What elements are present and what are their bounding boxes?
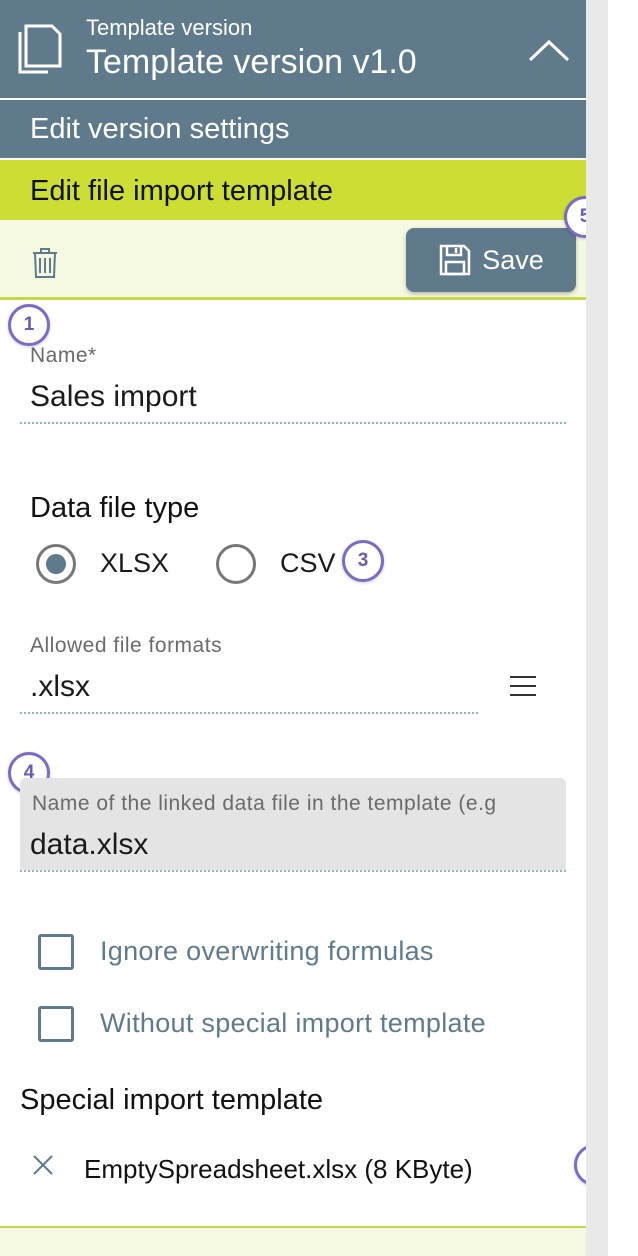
radio-xlsx-label[interactable]: XLSX bbox=[100, 548, 169, 579]
header-title: Template version v1.0 bbox=[86, 43, 417, 81]
linked-data-file-label: Name of the linked data file in the temp… bbox=[32, 792, 497, 815]
radio-csv-label[interactable]: CSV bbox=[280, 548, 336, 579]
save-button-label: Save bbox=[482, 244, 544, 275]
ignore-overwriting-formulas-label[interactable]: Ignore overwriting formulas bbox=[100, 936, 434, 967]
linked-data-file-value: data.xlsx bbox=[30, 828, 149, 861]
menu-icon[interactable] bbox=[510, 676, 536, 698]
radio-csv[interactable] bbox=[216, 544, 256, 584]
chevron-up-icon[interactable] bbox=[524, 30, 574, 70]
allowed-formats-input[interactable]: .xlsx bbox=[30, 670, 90, 704]
trash-icon[interactable] bbox=[30, 247, 60, 279]
template-version-header[interactable]: Template version Template version v1.0 bbox=[0, 0, 586, 98]
edit-file-import-template-row[interactable]: Edit file import template bbox=[0, 160, 586, 220]
callout-badge-3: 3 bbox=[342, 540, 384, 582]
scrollbar-track[interactable] bbox=[586, 0, 608, 1256]
scrollbar[interactable] bbox=[586, 0, 638, 1256]
allowed-formats-label: Allowed file formats bbox=[30, 634, 223, 657]
data-file-type-title: Data file type bbox=[30, 492, 200, 524]
bottom-toolbar bbox=[0, 1226, 586, 1256]
close-icon[interactable] bbox=[30, 1152, 56, 1178]
special-template-file-name: EmptySpreadsheet.xlsx (8 KByte) bbox=[84, 1154, 473, 1184]
without-special-import-template-checkbox[interactable] bbox=[38, 1006, 74, 1042]
without-special-import-template-label[interactable]: Without special import template bbox=[100, 1008, 486, 1039]
special-import-template-title: Special import template bbox=[20, 1084, 324, 1116]
name-field-label: Name* bbox=[30, 344, 97, 367]
name-input-underline bbox=[20, 422, 566, 424]
ignore-overwriting-formulas-checkbox[interactable] bbox=[38, 934, 74, 970]
name-input[interactable]: Sales import bbox=[30, 380, 197, 414]
edit-version-settings-row[interactable]: Edit version settings bbox=[0, 100, 586, 158]
callout-badge-1: 1 bbox=[8, 304, 50, 346]
save-button[interactable]: Save bbox=[406, 228, 576, 292]
import-template-toolbar: Save bbox=[0, 220, 586, 300]
allowed-formats-underline bbox=[20, 712, 478, 714]
template-version-panel: Template version Template version v1.0 E… bbox=[0, 0, 616, 1256]
linked-data-file-field: Name of the linked data file in the temp… bbox=[20, 778, 566, 870]
documents-icon bbox=[18, 24, 62, 74]
floppy-disk-icon bbox=[439, 244, 471, 276]
header-subtitle: Template version bbox=[86, 15, 253, 40]
radio-xlsx[interactable] bbox=[36, 544, 76, 584]
linked-data-file-underline bbox=[20, 870, 566, 872]
